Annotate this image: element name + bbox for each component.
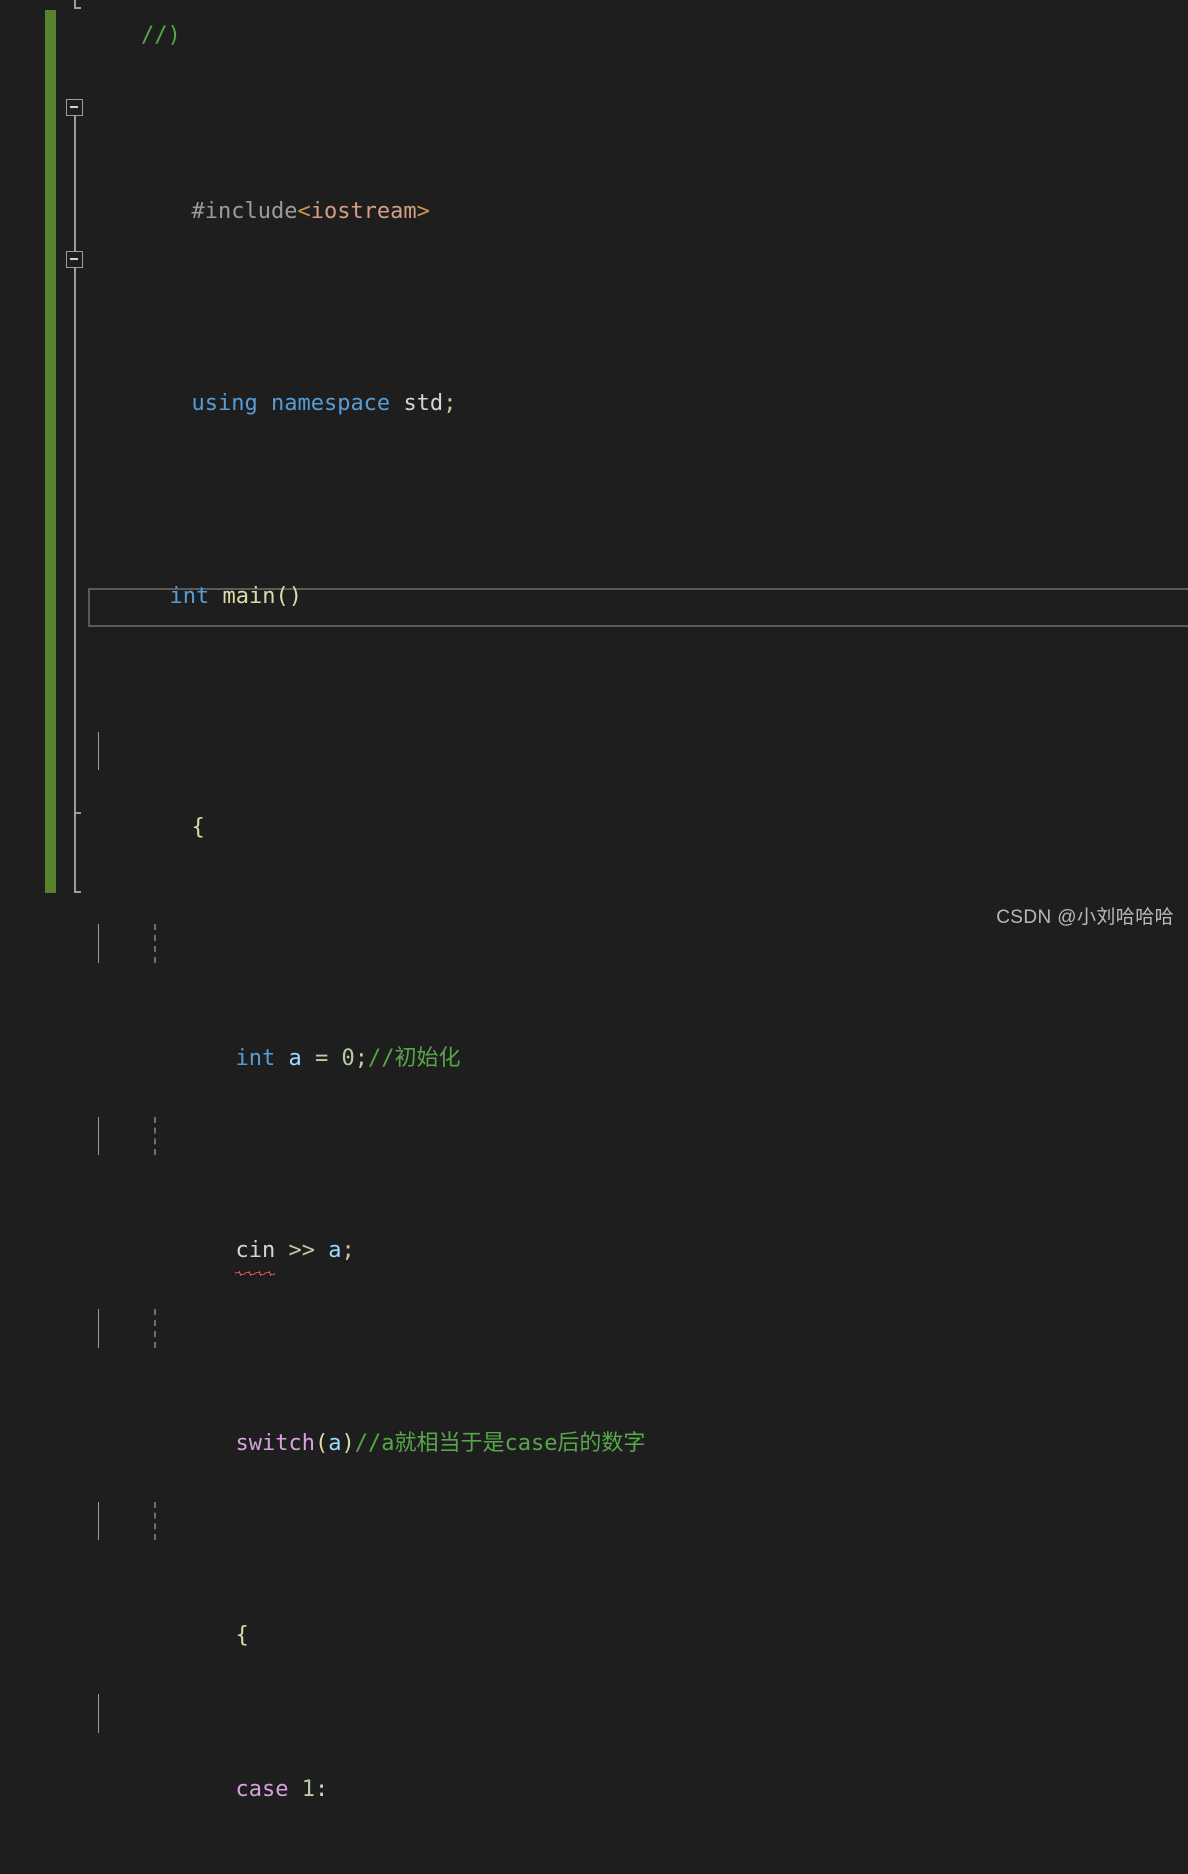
token-header-open: < bbox=[297, 198, 311, 224]
structure-guide bbox=[98, 1309, 99, 1348]
token-semicolon-6: ; bbox=[341, 1238, 355, 1263]
fold-line-main-lower bbox=[74, 812, 76, 892]
indent-guide bbox=[154, 1309, 156, 1348]
token-int-main: int bbox=[169, 583, 210, 609]
fold-line-main-upper bbox=[74, 116, 76, 251]
code-line-7[interactable]: switch(a)//a就相当于是case后的数字 bbox=[88, 1309, 1188, 1456]
token-int-a: int bbox=[235, 1045, 276, 1071]
token-namespace: namespace bbox=[270, 391, 391, 416]
token-var-a-switch: a bbox=[328, 1430, 342, 1456]
token-num-1: 1 bbox=[301, 1777, 315, 1802]
code-line-8[interactable]: { bbox=[88, 1501, 1188, 1648]
token-colon-1: : bbox=[314, 1777, 329, 1802]
code-line-1[interactable]: #include<iostream> bbox=[88, 154, 1188, 224]
token-std: std bbox=[403, 391, 444, 416]
token-include: #include bbox=[191, 198, 298, 224]
code-line-5[interactable]: int a = 0;//初始化 bbox=[88, 924, 1188, 1071]
token-comment-init: //初始化 bbox=[367, 1045, 461, 1071]
code-text-area[interactable]: #include<iostream> using namespace std; … bbox=[88, 0, 1188, 1874]
token-using: using bbox=[191, 391, 258, 416]
structure-guide bbox=[98, 1694, 99, 1733]
token-comment-switch: //a就相当于是case后的数字 bbox=[354, 1430, 646, 1456]
code-line-2[interactable]: using namespace std; bbox=[88, 347, 1188, 416]
change-indicator-bar bbox=[45, 10, 56, 893]
token-semicolon-5: ; bbox=[354, 1045, 368, 1071]
token-header-close: > bbox=[416, 198, 430, 224]
indent-guide bbox=[154, 1501, 156, 1540]
token-paren-open-main: ( bbox=[275, 583, 289, 609]
token-brace-open-main: { bbox=[191, 814, 205, 840]
structure-guide bbox=[98, 924, 99, 963]
fold-toggle-main[interactable] bbox=[66, 99, 83, 116]
token-var-a-read: a bbox=[328, 1238, 342, 1263]
token-brace-open-switch: { bbox=[235, 1623, 249, 1648]
structure-guide bbox=[98, 731, 99, 770]
token-case-1: case bbox=[235, 1777, 289, 1802]
fold-elbow-main-end bbox=[74, 891, 81, 893]
token-paren-close-switch: ) bbox=[341, 1430, 355, 1456]
structure-guide bbox=[98, 1501, 99, 1540]
token-cin: cin bbox=[235, 1232, 275, 1275]
structure-guide bbox=[98, 1116, 99, 1155]
fold-toggle-switch[interactable] bbox=[66, 251, 83, 268]
token-paren-open-switch: ( bbox=[314, 1430, 329, 1456]
code-editor[interactable]: //) #include<iostream> using namespace s… bbox=[0, 0, 1188, 1802]
token-header-name: iostream bbox=[310, 198, 417, 224]
code-line-6[interactable]: cin >> a; bbox=[88, 1116, 1188, 1275]
code-line-3[interactable]: int main() bbox=[88, 539, 1188, 609]
token-main: main bbox=[222, 583, 276, 609]
code-line-4[interactable]: { bbox=[88, 731, 1188, 840]
token-assign: = bbox=[314, 1045, 329, 1071]
outlining-column[interactable] bbox=[64, 0, 88, 937]
token-var-a-decl: a bbox=[288, 1045, 302, 1071]
token-switch: switch bbox=[235, 1430, 315, 1456]
token-semicolon-2: ; bbox=[443, 391, 457, 416]
csdn-watermark: CSDN @小刘哈哈哈 bbox=[996, 907, 1174, 928]
indent-guide bbox=[154, 924, 156, 963]
code-line-9[interactable]: case 1: bbox=[88, 1694, 1188, 1802]
fold-line-switch bbox=[74, 268, 76, 813]
token-paren-close-main: ) bbox=[288, 583, 302, 609]
indent-guide bbox=[154, 1116, 156, 1155]
token-extract-op: >> bbox=[288, 1238, 315, 1263]
token-zero: 0 bbox=[341, 1045, 355, 1071]
